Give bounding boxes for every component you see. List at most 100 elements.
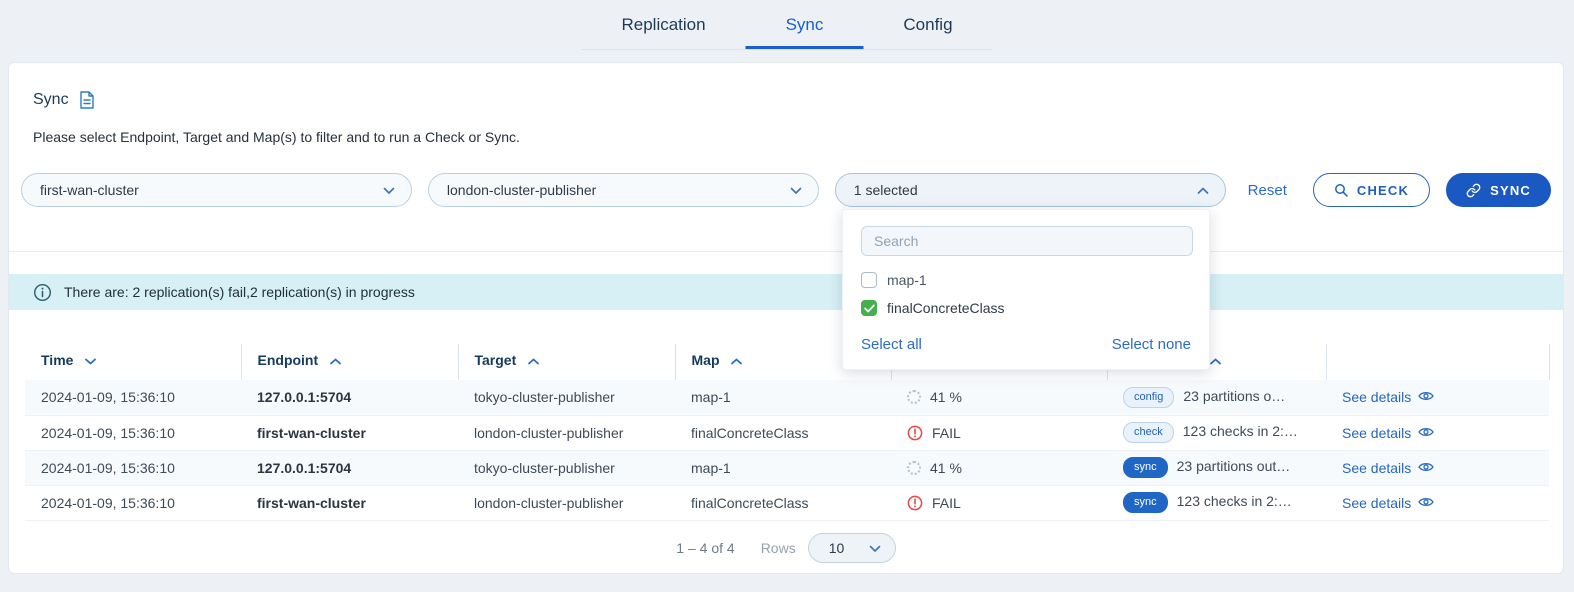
column-target[interactable]: Target	[458, 344, 675, 380]
info-icon	[33, 283, 52, 302]
status-badge: config	[1123, 387, 1174, 408]
status-badge: sync	[1123, 457, 1168, 478]
cell-target: tokyo-cluster-publisher	[458, 380, 675, 415]
option-label: map-1	[887, 272, 927, 288]
page-size-select[interactable]: 10	[808, 533, 896, 563]
target-select-value: london-cluster-publisher	[447, 182, 596, 198]
chevron-up-icon	[1197, 182, 1209, 198]
cell-event: check 123 checks in 2:…	[1107, 415, 1326, 450]
see-details-link[interactable]: See details	[1342, 389, 1533, 405]
see-details-label: See details	[1342, 389, 1411, 405]
sort-asc-icon	[1210, 352, 1221, 368]
cell-details: See details	[1326, 485, 1549, 520]
eye-icon	[1418, 460, 1434, 476]
sync-button[interactable]: SYNC	[1446, 173, 1551, 207]
panel-header: Sync	[9, 63, 1563, 109]
see-details-link[interactable]: See details	[1342, 460, 1533, 476]
page-title: Sync	[33, 91, 69, 109]
column-endpoint-label: Endpoint	[258, 352, 319, 368]
see-details-label: See details	[1342, 460, 1411, 476]
link-icon	[1466, 183, 1481, 198]
chevron-down-icon	[383, 182, 395, 198]
tabbar: Replication Sync Config	[581, 0, 992, 50]
cell-target: tokyo-cluster-publisher	[458, 450, 675, 485]
see-details-label: See details	[1342, 425, 1411, 441]
rows-label: Rows	[761, 540, 796, 556]
select-none-link[interactable]: Select none	[1112, 336, 1191, 353]
page-size-value: 10	[829, 540, 845, 556]
cell-time: 2024-01-09, 15:36:10	[25, 450, 241, 485]
fail-icon	[907, 425, 923, 441]
status-badge: sync	[1123, 492, 1168, 513]
cell-event: config 23 partitions o…	[1107, 380, 1326, 415]
sync-button-label: SYNC	[1490, 183, 1531, 198]
event-text: 23 partitions out…	[1177, 458, 1291, 474]
cell-event: sync 23 partitions out…	[1107, 450, 1326, 485]
checkbox-checked[interactable]	[861, 300, 877, 316]
cell-status: 41 %	[891, 450, 1107, 485]
cell-details: See details	[1326, 450, 1549, 485]
divider	[9, 251, 1563, 252]
sort-asc-icon	[528, 352, 539, 368]
sort-desc-icon	[85, 352, 96, 368]
event-text: 123 checks in 2:…	[1183, 423, 1298, 439]
eye-icon	[1418, 389, 1434, 405]
eye-icon	[1418, 425, 1434, 441]
tab-config[interactable]: Config	[863, 0, 992, 49]
search-input[interactable]	[861, 226, 1193, 256]
cell-target: london-cluster-publisher	[458, 415, 675, 450]
cell-endpoint: first-wan-cluster	[241, 485, 458, 520]
column-details	[1326, 344, 1549, 380]
see-details-link[interactable]: See details	[1342, 425, 1533, 441]
cell-endpoint: 127.0.0.1:5704	[241, 380, 458, 415]
search-icon	[1334, 183, 1348, 197]
option-label: finalConcreteClass	[887, 300, 1005, 316]
see-details-link[interactable]: See details	[1342, 495, 1533, 511]
filter-row: first-wan-cluster london-cluster-publish…	[21, 173, 1551, 207]
target-select[interactable]: london-cluster-publisher	[428, 173, 819, 207]
endpoint-select-value: first-wan-cluster	[40, 182, 139, 198]
chevron-down-icon	[790, 182, 802, 198]
column-time[interactable]: Time	[25, 344, 241, 380]
cell-map: finalConcreteClass	[675, 415, 891, 450]
map-select-value: 1 selected	[854, 182, 918, 198]
column-time-label: Time	[41, 352, 73, 368]
pagination: 1 – 4 of 4 Rows 10	[9, 533, 1563, 563]
progress-value: 41 %	[930, 389, 962, 405]
sort-asc-icon	[731, 352, 742, 368]
checkbox-unchecked[interactable]	[861, 272, 877, 288]
cell-endpoint: 127.0.0.1:5704	[241, 450, 458, 485]
eye-icon	[1418, 495, 1434, 511]
status-value: FAIL	[932, 425, 961, 441]
column-target-label: Target	[475, 352, 517, 368]
sort-asc-icon	[330, 352, 341, 368]
map-dropdown-panel: map-1 finalConcreteClass Select all Sele…	[842, 209, 1210, 370]
dropdown-option-finalconcreteclass[interactable]: finalConcreteClass	[843, 294, 1209, 322]
column-map-label: Map	[692, 352, 720, 368]
cell-time: 2024-01-09, 15:36:10	[25, 485, 241, 520]
tab-sync[interactable]: Sync	[746, 0, 864, 49]
table-row: 2024-01-09, 15:36:10 127.0.0.1:5704 toky…	[25, 380, 1549, 415]
cell-status: 41 %	[891, 380, 1107, 415]
dropdown-option-map-1[interactable]: map-1	[843, 266, 1209, 294]
tab-replication[interactable]: Replication	[581, 0, 745, 49]
see-details-label: See details	[1342, 495, 1411, 511]
endpoint-select[interactable]: first-wan-cluster	[21, 173, 412, 207]
column-endpoint[interactable]: Endpoint	[241, 344, 458, 380]
document-icon[interactable]	[79, 91, 95, 109]
chevron-down-icon	[869, 540, 881, 556]
info-banner: There are: 2 replication(s) fail,2 repli…	[9, 274, 1563, 310]
table-row: 2024-01-09, 15:36:10 first-wan-cluster l…	[25, 415, 1549, 450]
select-all-link[interactable]: Select all	[861, 336, 922, 353]
status-value: FAIL	[932, 495, 961, 511]
cell-status: FAIL	[891, 415, 1107, 450]
table-row: 2024-01-09, 15:36:10 127.0.0.1:5704 toky…	[25, 450, 1549, 485]
table-header-row: Time Endpoint Target Map	[25, 344, 1549, 380]
status-badge: check	[1123, 422, 1174, 443]
reset-button[interactable]: Reset	[1248, 182, 1287, 199]
cell-event: sync123 checks in 2:…	[1107, 485, 1326, 520]
cell-endpoint: first-wan-cluster	[241, 415, 458, 450]
map-select[interactable]: 1 selected	[835, 173, 1226, 207]
event-text: 23 partitions o…	[1183, 388, 1285, 404]
check-button[interactable]: CHECK	[1313, 173, 1430, 207]
